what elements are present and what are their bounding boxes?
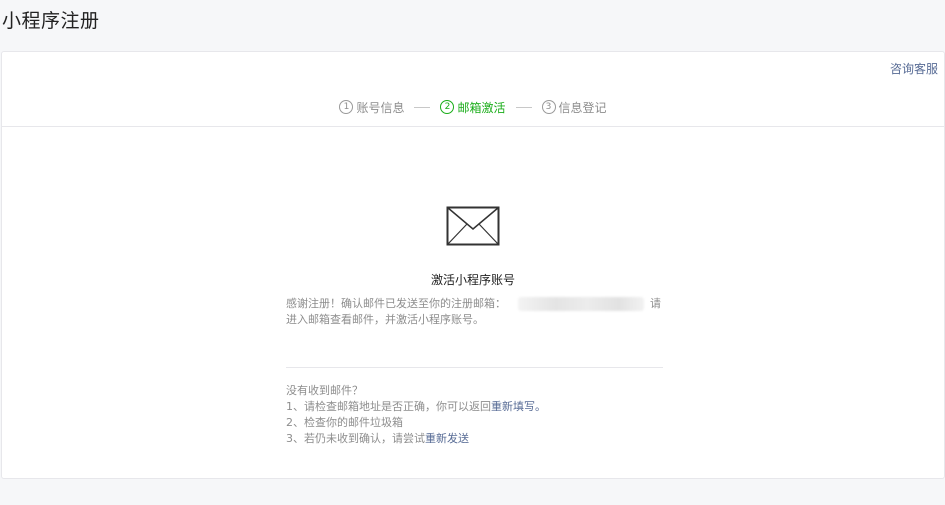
customer-service-link[interactable]: 咨询客服	[890, 60, 938, 77]
step-separator	[515, 106, 532, 108]
help-item-3: 3、若仍未收到确认，请尝试重新发送	[286, 431, 666, 447]
help-item-text: 1、请检查邮箱地址是否正确，你可以返回	[286, 400, 491, 413]
help-item-1: 1、请检查邮箱地址是否正确，你可以返回重新填写。	[286, 399, 666, 415]
activation-heading: 激活小程序账号	[430, 273, 515, 287]
help-item-2: 2、检查你的邮件垃圾箱	[286, 416, 403, 429]
step-account-info: 1 账号信息	[339, 99, 404, 116]
help-title: 没有收到邮件？	[286, 384, 363, 397]
step-label: 信息登记	[558, 100, 607, 115]
resend-email-link[interactable]: 重新发送	[425, 432, 469, 445]
refill-email-link[interactable]: 重新填写。	[491, 400, 546, 413]
content-divider	[286, 367, 663, 368]
help-item-text: 3、若仍未收到确认，请尝试	[286, 432, 425, 445]
description-prefix: 感谢注册！确认邮件已发送至你的注册邮箱：	[286, 297, 506, 310]
step-label: 账号信息	[356, 100, 405, 115]
envelope-icon	[446, 206, 500, 246]
help-section: 没有收到邮件？ 1、请检查邮箱地址是否正确，你可以返回重新填写。 2、检查你的邮…	[286, 383, 666, 447]
step-number: 2	[440, 100, 455, 114]
step-number: 1	[339, 100, 354, 114]
page-title: 小程序注册	[2, 10, 100, 32]
step-info-registration: 3 信息登记	[541, 99, 607, 116]
step-number: 3	[541, 100, 556, 114]
step-separator	[414, 106, 431, 108]
header-divider	[2, 126, 944, 127]
step-email-activation: 2 邮箱激活	[440, 99, 506, 116]
step-label: 邮箱激活	[457, 100, 506, 115]
step-indicator: 1 账号信息 2 邮箱激活 3 信息登记	[2, 98, 944, 116]
registration-card: 咨询客服 1 账号信息 2 邮箱激活 3 信息登记 激活小程序账号 感谢注册！确…	[1, 51, 945, 479]
redacted-email	[518, 297, 644, 311]
activation-description: 感谢注册！确认邮件已发送至你的注册邮箱： 请进入邮箱查看邮件，并激活小程序账号。	[286, 296, 664, 328]
